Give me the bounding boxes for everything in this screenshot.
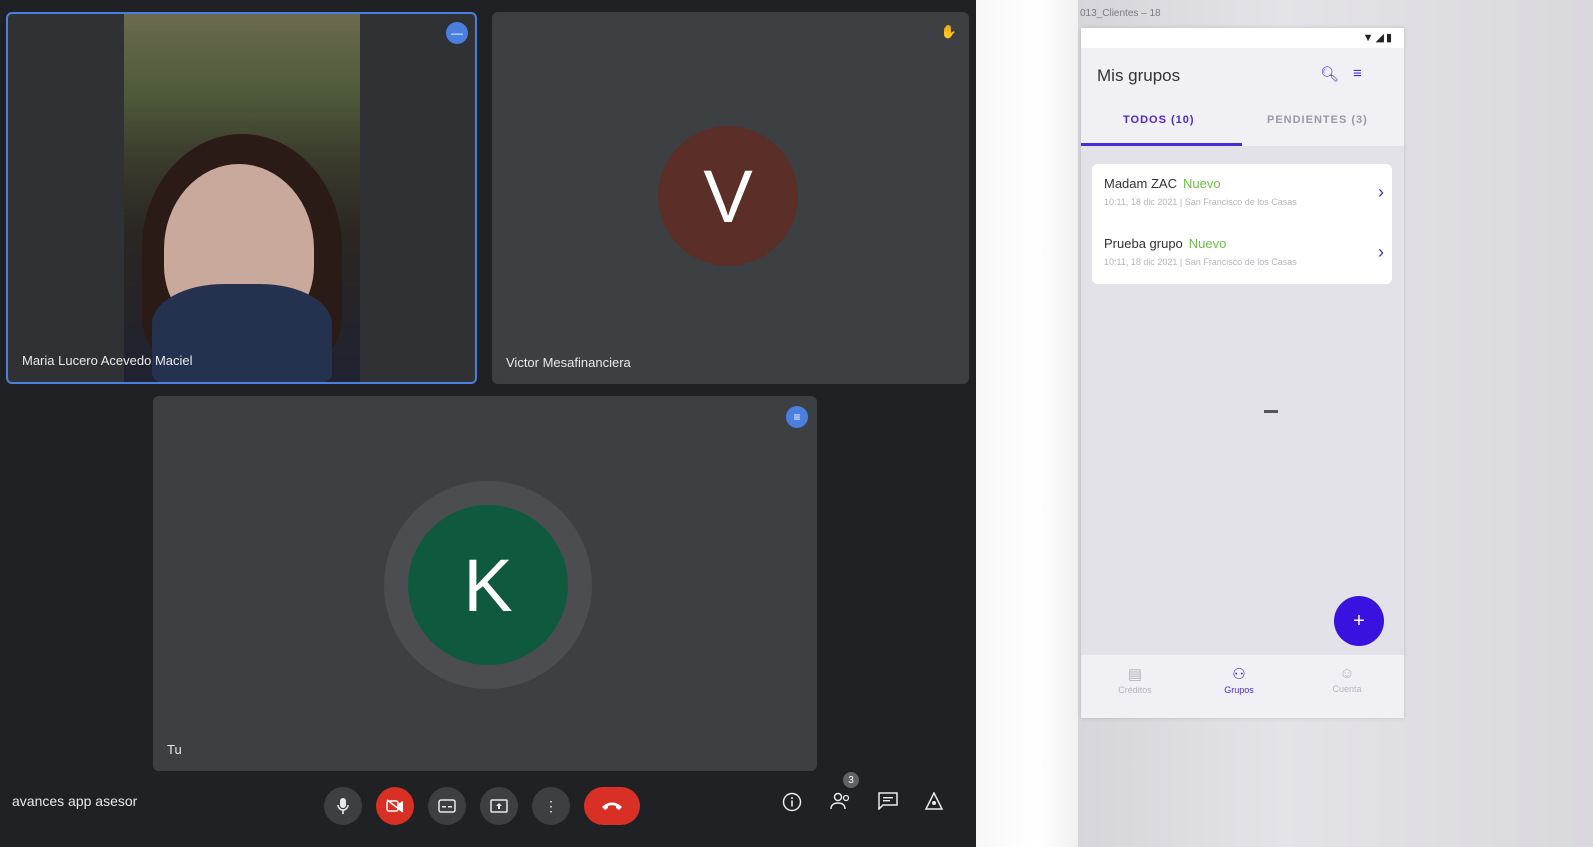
- app-title: Mis grupos: [1097, 66, 1181, 85]
- captions-button[interactable]: [428, 787, 466, 825]
- present-button[interactable]: [480, 787, 518, 825]
- more-options-button[interactable]: ⋮: [532, 787, 570, 825]
- participant-tile-video[interactable]: — Maria Lucero Acevedo Maciel: [6, 12, 477, 384]
- participants-count-badge: 3: [843, 772, 859, 788]
- meeting-info-button[interactable]: [782, 792, 802, 817]
- tab-indicator: [1081, 143, 1242, 146]
- app-bar: Mis grupos 🔍︎ ≡: [1081, 48, 1404, 100]
- more-vert-icon: ⋮: [544, 797, 558, 814]
- chevron-right-icon: ›: [1378, 182, 1384, 202]
- audio-level-icon: ≡: [786, 406, 808, 428]
- app-tabs: TODOS (10) PENDIENTES (3): [1081, 100, 1404, 146]
- activities-button[interactable]: [924, 791, 944, 815]
- present-icon: [490, 799, 508, 813]
- add-icon: +: [1353, 609, 1365, 632]
- group-name: Prueba grupo: [1104, 236, 1183, 251]
- activities-icon: [924, 791, 944, 810]
- group-list-item[interactable]: Prueba grupo Nuevo 10:11, 18 dic 2021 | S…: [1092, 224, 1392, 284]
- group-title: Prueba grupo Nuevo: [1104, 236, 1226, 251]
- nav-label: Créditos: [1118, 685, 1152, 695]
- groups-icon: ⚇: [1232, 666, 1246, 683]
- nav-label: Cuenta: [1332, 684, 1362, 694]
- info-icon: [782, 792, 802, 812]
- nav-label: Grupos: [1224, 685, 1254, 695]
- group-title: Madam ZAC Nuevo: [1104, 176, 1221, 191]
- status-bar: ▼◢▮: [1081, 28, 1404, 48]
- emulator-title: 013_Clientes – 18: [1080, 8, 1161, 19]
- self-tile[interactable]: ≡ K Tu: [153, 396, 817, 771]
- loading-indicator: [1264, 410, 1278, 413]
- search-icon[interactable]: 🔍︎: [1320, 65, 1339, 83]
- raise-hand-icon: ✋: [940, 24, 957, 39]
- status-icons: ▼◢▮: [1362, 32, 1394, 44]
- captions-icon: [438, 799, 456, 813]
- leave-call-button[interactable]: [584, 787, 640, 825]
- nav-item-cuenta[interactable]: ☺ Cuenta: [1297, 665, 1397, 694]
- filter-icon[interactable]: ≡: [1353, 65, 1362, 82]
- camera-toggle-button[interactable]: [376, 787, 414, 825]
- bottom-navigation: ▤ Créditos ⚇ Grupos ☺ Cuenta: [1081, 655, 1404, 718]
- participant-video: [124, 14, 360, 382]
- add-group-fab[interactable]: +: [1334, 596, 1384, 646]
- group-status: Nuevo: [1188, 236, 1227, 251]
- nav-item-grupos[interactable]: ⚇ Grupos: [1189, 665, 1289, 695]
- mic-icon: [337, 798, 349, 814]
- meet-control-bar: avances app asesor ⋮ 3: [0, 772, 976, 847]
- group-subtitle: 10:11, 18 dic 2021 | San Francisco de lo…: [1104, 197, 1297, 207]
- chat-button[interactable]: [878, 792, 898, 815]
- chevron-right-icon: ›: [1378, 242, 1384, 262]
- presentation-gap: [976, 0, 1078, 847]
- phone-screen: ▼◢▮ Mis grupos 🔍︎ ≡ TODOS (10) PENDIENTE…: [1081, 28, 1404, 718]
- participant-name: Victor Mesafinanciera: [506, 355, 631, 370]
- group-list-item[interactable]: Madam ZAC Nuevo 10:11, 18 dic 2021 | San …: [1092, 164, 1392, 224]
- camera-off-icon: [386, 799, 404, 813]
- tab-pendientes[interactable]: PENDIENTES (3): [1267, 114, 1368, 126]
- android-emulator-window: 013_Clientes – 18 ▼◢▮ Mis grupos 🔍︎ ≡ TO…: [1078, 0, 1593, 847]
- self-avatar: K: [408, 505, 568, 665]
- participant-tile[interactable]: ✋ V Victor Mesafinanciera: [492, 12, 969, 384]
- participant-name: Maria Lucero Acevedo Maciel: [22, 353, 193, 368]
- people-icon: [830, 792, 850, 810]
- nav-item-creditos[interactable]: ▤ Créditos: [1085, 665, 1185, 695]
- mic-button[interactable]: [324, 787, 362, 825]
- people-button[interactable]: [830, 792, 852, 815]
- self-avatar-ring: K: [384, 481, 592, 689]
- self-name: Tu: [167, 742, 182, 757]
- chat-icon: [878, 792, 898, 811]
- avatar-initial: V: [703, 154, 753, 238]
- group-subtitle: 10:11, 18 dic 2021 | San Francisco de lo…: [1104, 257, 1297, 267]
- group-name: Madam ZAC: [1104, 176, 1177, 191]
- tab-todos[interactable]: TODOS (10): [1123, 114, 1195, 126]
- meet-window: — Maria Lucero Acevedo Maciel ✋ V Victor…: [0, 0, 976, 847]
- group-status: Nuevo: [1182, 176, 1221, 191]
- video-mask-shape: [152, 284, 332, 382]
- avatar-initial: K: [463, 543, 513, 627]
- account-icon: ☺: [1339, 665, 1355, 682]
- participant-avatar: V: [658, 126, 798, 266]
- speaking-indicator-icon[interactable]: —: [446, 22, 468, 44]
- meeting-name: avances app asesor: [12, 793, 138, 809]
- call-end-icon: [602, 802, 622, 810]
- credits-icon: ▤: [1127, 666, 1143, 683]
